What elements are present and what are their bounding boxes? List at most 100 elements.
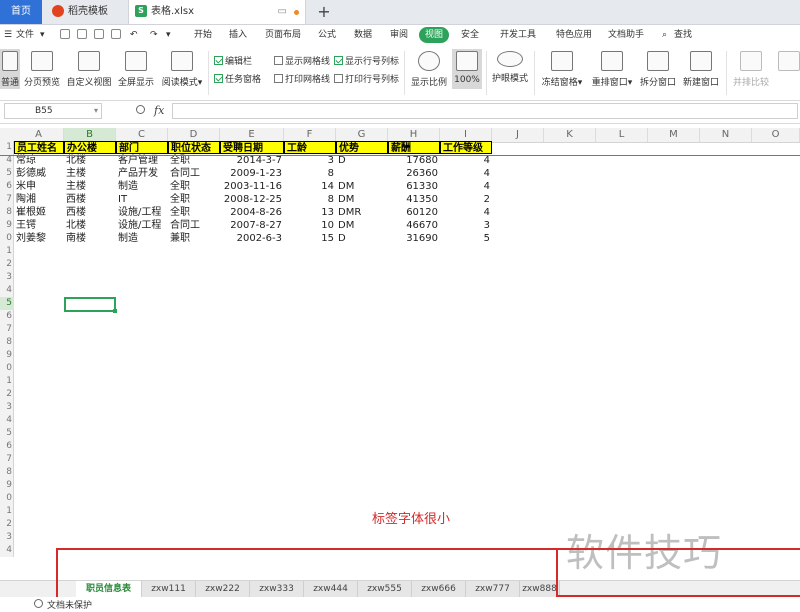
row-header[interactable]: 4 xyxy=(0,544,14,557)
row-header[interactable]: 6 xyxy=(0,440,14,453)
table-cell[interactable]: 31690 xyxy=(388,232,440,245)
header-cell[interactable]: 优势 xyxy=(336,141,388,154)
row-header[interactable]: 4 xyxy=(0,414,14,427)
table-cell[interactable]: 西楼 xyxy=(64,193,116,206)
zoom-100-button[interactable]: 100% xyxy=(452,49,482,89)
row-header[interactable]: 7 xyxy=(0,193,14,206)
menu-search[interactable]: 查找 xyxy=(674,27,692,43)
menu-doc-assistant[interactable]: 文档助手 xyxy=(608,27,644,43)
zoom-button[interactable]: 显示比例 xyxy=(410,49,448,88)
table-cell[interactable]: 主楼 xyxy=(64,167,116,180)
row-header[interactable]: 1 xyxy=(0,245,14,258)
header-cell[interactable]: 受聘日期 xyxy=(220,141,284,154)
table-cell[interactable]: 8 xyxy=(284,193,336,206)
menu-data[interactable]: 数据 xyxy=(354,27,372,43)
table-cell[interactable]: 2007-8-27 xyxy=(220,219,284,232)
column-header-o[interactable]: O xyxy=(752,128,800,142)
page-break-preview-button[interactable]: 分页预览 xyxy=(24,49,60,88)
menu-insert[interactable]: 插入 xyxy=(229,27,247,43)
table-cell[interactable]: 13 xyxy=(284,206,336,219)
menu-icon[interactable]: ☰ xyxy=(4,27,12,43)
row-header[interactable]: 1 xyxy=(0,141,14,154)
tab-home[interactable]: 首页 xyxy=(0,0,42,24)
redo-icon[interactable]: ↷ xyxy=(150,27,158,43)
table-cell[interactable]: 合同工 xyxy=(168,219,220,232)
search-icon[interactable]: ⌕ xyxy=(662,27,667,43)
split-window-button[interactable]: 拆分窗口 xyxy=(640,49,676,88)
column-header-e[interactable]: E xyxy=(220,128,284,142)
protection-status[interactable]: 文档未保护 xyxy=(47,598,92,611)
row-header[interactable]: 0 xyxy=(0,362,14,375)
row-header[interactable]: 8 xyxy=(0,466,14,479)
edit-bar-checkbox[interactable]: 编辑栏 xyxy=(214,54,252,67)
header-cell[interactable]: 员工姓名 xyxy=(14,141,64,154)
table-cell[interactable]: 46670 xyxy=(388,219,440,232)
table-cell[interactable]: 全职 xyxy=(168,180,220,193)
table-cell[interactable]: 61330 xyxy=(388,180,440,193)
header-cell[interactable]: 工龄 xyxy=(284,141,336,154)
column-header-g[interactable]: G xyxy=(336,128,388,142)
table-cell[interactable]: 60120 xyxy=(388,206,440,219)
column-header-a[interactable]: A xyxy=(14,128,64,142)
print-rowcol-checkbox[interactable]: 打印行号列标 xyxy=(334,72,399,85)
table-cell[interactable]: 2002-6-3 xyxy=(220,232,284,245)
table-cell[interactable]: D xyxy=(336,232,388,245)
table-cell[interactable]: DM xyxy=(336,219,388,232)
table-cell[interactable]: 制造 xyxy=(116,232,168,245)
table-cell[interactable]: 设施/工程 xyxy=(116,219,168,232)
column-header-m[interactable]: M xyxy=(648,128,700,142)
arrange-windows-button[interactable]: 重排窗口▾ xyxy=(590,49,634,88)
table-cell[interactable]: 产品开发 xyxy=(116,167,168,180)
menu-special-apps[interactable]: 特色应用 xyxy=(556,27,592,43)
row-header[interactable]: 8 xyxy=(0,336,14,349)
more-chevron-icon[interactable]: ▾ xyxy=(166,27,171,43)
column-header-f[interactable]: F xyxy=(284,128,336,142)
zoom-magnifier-icon[interactable] xyxy=(136,105,145,114)
print-preview-icon[interactable] xyxy=(111,29,121,39)
table-cell[interactable]: 14 xyxy=(284,180,336,193)
show-gridlines-checkbox[interactable]: 显示网格线 xyxy=(274,54,330,67)
row-header[interactable]: 0 xyxy=(0,232,14,245)
column-header-d[interactable]: D xyxy=(168,128,220,142)
reading-mode-button[interactable]: 阅读模式▾ xyxy=(160,49,204,88)
column-header-i[interactable]: I xyxy=(440,128,492,142)
table-cell[interactable]: 南楼 xyxy=(64,232,116,245)
print-icon[interactable] xyxy=(94,29,104,39)
fx-icon[interactable]: fx xyxy=(154,104,164,117)
eye-mode-button[interactable]: 护眼模式 xyxy=(490,49,530,84)
header-cell[interactable]: 薪酬 xyxy=(388,141,440,154)
normal-view-button[interactable]: 普通 xyxy=(0,49,20,89)
save-icon[interactable] xyxy=(60,29,70,39)
table-cell[interactable]: 彭德威 xyxy=(14,167,64,180)
fullscreen-button[interactable]: 全屏显示 xyxy=(116,49,156,88)
column-header-k[interactable]: K xyxy=(544,128,596,142)
menu-review[interactable]: 审阅 xyxy=(390,27,408,43)
new-tab-button[interactable]: + xyxy=(314,0,334,24)
show-rowcol-checkbox[interactable]: 显示行号列标 xyxy=(334,54,399,67)
table-cell[interactable]: DM xyxy=(336,180,388,193)
table-cell[interactable]: 10 xyxy=(284,219,336,232)
menu-developer[interactable]: 开发工具 xyxy=(500,27,536,43)
table-cell[interactable]: 4 xyxy=(440,167,492,180)
table-cell[interactable]: 合同工 xyxy=(168,167,220,180)
table-cell[interactable] xyxy=(336,167,388,180)
table-cell[interactable]: 主楼 xyxy=(64,180,116,193)
freeze-panes-button[interactable]: 冻结窗格▾ xyxy=(540,49,584,88)
table-cell[interactable]: 3 xyxy=(440,219,492,232)
table-cell[interactable]: 全职 xyxy=(168,193,220,206)
row-header[interactable]: 2 xyxy=(0,258,14,271)
row-header[interactable]: 5 xyxy=(0,427,14,440)
row-header[interactable]: 7 xyxy=(0,453,14,466)
header-cell[interactable]: 部门 xyxy=(116,141,168,154)
row-header[interactable]: 3 xyxy=(0,531,14,544)
export-icon[interactable] xyxy=(77,29,87,39)
header-cell[interactable]: 工作等级 xyxy=(440,141,492,154)
menu-file[interactable]: 文件 xyxy=(16,27,34,43)
monitor-icon[interactable]: ▭ xyxy=(278,0,287,24)
table-cell[interactable]: 全职 xyxy=(168,206,220,219)
table-cell[interactable]: 2 xyxy=(440,193,492,206)
table-cell[interactable]: 2003-11-16 xyxy=(220,180,284,193)
column-header-j[interactable]: J xyxy=(492,128,544,142)
row-header[interactable]: 9 xyxy=(0,219,14,232)
column-header-h[interactable]: H xyxy=(388,128,440,142)
